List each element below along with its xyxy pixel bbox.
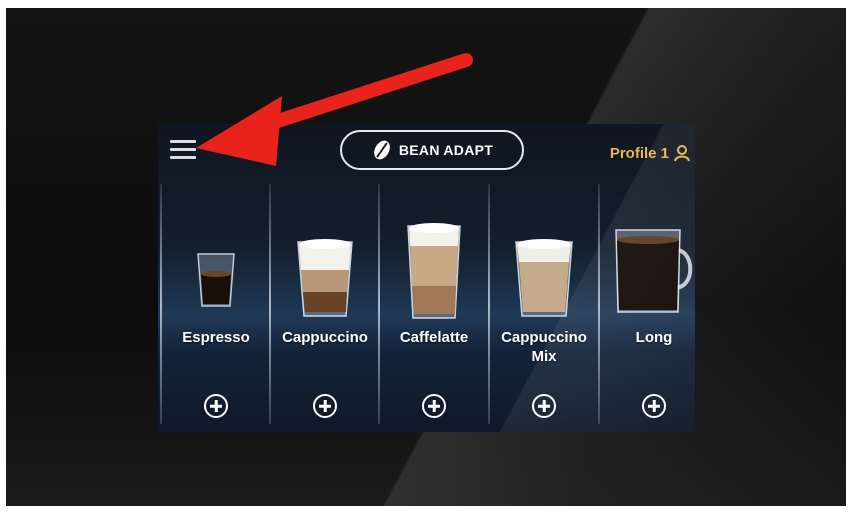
long-coffee-cup-icon xyxy=(615,229,693,313)
add-cappuccino-mix-button[interactable] xyxy=(532,394,556,418)
cappuccino-mix-cup-icon xyxy=(515,239,573,317)
drink-caffelatte[interactable]: Caffelatte xyxy=(380,194,488,432)
cappuccino-cup-icon xyxy=(297,239,353,317)
add-caffelatte-button[interactable] xyxy=(422,394,446,418)
drink-cappuccino[interactable]: Cappuccino xyxy=(271,194,379,432)
drink-label: Espresso xyxy=(182,329,250,346)
drink-label: Caffelatte xyxy=(399,329,469,346)
person-icon xyxy=(674,145,690,162)
drink-cappuccino-mix[interactable]: Cappuccino Mix xyxy=(490,194,598,432)
espresso-cup-icon xyxy=(197,253,235,307)
caffelatte-cup-icon xyxy=(407,223,461,319)
drink-label: Cappuccino xyxy=(282,329,368,346)
add-long-button[interactable] xyxy=(642,394,666,418)
drink-label: Cappuccino Mix xyxy=(501,329,587,365)
drink-label: Long xyxy=(635,329,673,346)
profile-selector[interactable]: Profile 1 xyxy=(610,144,691,162)
drink-long[interactable]: Long xyxy=(600,194,695,432)
coffee-bean-icon xyxy=(374,140,390,160)
bean-adapt-button[interactable]: BEAN ADAPT xyxy=(340,130,524,170)
touch-screen: BEAN ADAPT Profile 1 Espresso Cappuccino xyxy=(158,124,695,432)
profile-label: Profile 1 xyxy=(609,144,669,162)
add-espresso-button[interactable] xyxy=(204,394,228,418)
bean-adapt-label: BEAN ADAPT xyxy=(398,142,494,158)
add-cappuccino-button[interactable] xyxy=(313,394,337,418)
hamburger-menu-icon[interactable] xyxy=(170,140,196,160)
drink-espresso[interactable]: Espresso xyxy=(162,194,270,432)
